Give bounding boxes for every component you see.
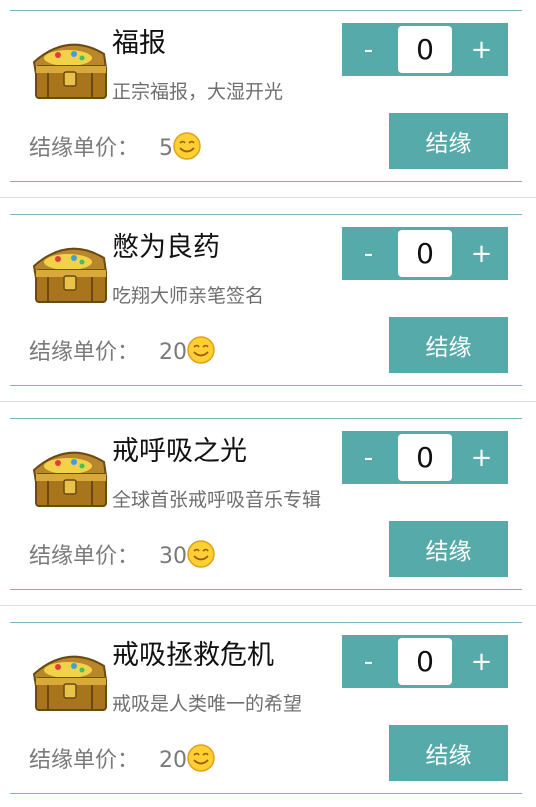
- divider: [0, 197, 536, 198]
- jieyuan-button[interactable]: 结缘: [389, 317, 508, 373]
- smiley-coin-icon: [173, 132, 201, 160]
- increment-button[interactable]: +: [455, 431, 508, 484]
- quantity-stepper: - 0 +: [342, 227, 508, 280]
- price-value: 20: [159, 340, 188, 365]
- increment-button[interactable]: +: [455, 227, 508, 280]
- decrement-button[interactable]: -: [342, 635, 395, 688]
- quantity-field[interactable]: 0: [398, 434, 452, 481]
- treasure-chest-icon: [32, 247, 108, 303]
- quantity-field[interactable]: 0: [398, 26, 452, 73]
- item-price: 结缘单价： 30: [29, 537, 216, 577]
- quantity-field[interactable]: 0: [398, 230, 452, 277]
- item-title: 福报: [112, 28, 166, 59]
- item-price: 结缘单价： 20: [29, 333, 216, 373]
- item-description: 戒吸是人类唯一的希望: [112, 693, 303, 715]
- item-card: 戒吸拯救危机 戒吸是人类唯一的希望 结缘单价： 20 - 0 + 结缘: [10, 622, 522, 794]
- smiley-coin-icon: [187, 336, 215, 364]
- item-card: 福报 正宗福报，大湿开光 结缘单价： 5 - 0 + 结缘: [10, 10, 522, 182]
- divider: [0, 401, 536, 402]
- price-value: 5: [159, 136, 174, 161]
- item-title: 戒吸拯救危机: [112, 640, 274, 671]
- treasure-chest-icon: [32, 655, 108, 711]
- price-label: 结缘单价：: [29, 544, 140, 569]
- item-title: 憋为良药: [112, 232, 220, 263]
- item-description: 全球首张戒呼吸音乐专辑: [112, 489, 322, 511]
- price-label: 结缘单价：: [29, 136, 140, 161]
- item-description: 吃翔大师亲笔签名: [112, 285, 265, 307]
- item-price: 结缘单价： 20: [29, 741, 216, 781]
- item-description: 正宗福报，大湿开光: [112, 81, 284, 103]
- increment-button[interactable]: +: [455, 23, 508, 76]
- treasure-chest-icon: [32, 451, 108, 507]
- smiley-coin-icon: [187, 540, 215, 568]
- price-label: 结缘单价：: [29, 748, 140, 773]
- decrement-button[interactable]: -: [342, 227, 395, 280]
- quantity-field[interactable]: 0: [398, 638, 452, 685]
- quantity-stepper: - 0 +: [342, 23, 508, 76]
- price-value: 20: [159, 748, 188, 773]
- jieyuan-button[interactable]: 结缘: [389, 521, 508, 577]
- item-price: 结缘单价： 5: [29, 129, 202, 169]
- item-card: 憋为良药 吃翔大师亲笔签名 结缘单价： 20 - 0 + 结缘: [10, 214, 522, 386]
- divider: [0, 605, 536, 606]
- increment-button[interactable]: +: [455, 635, 508, 688]
- price-label: 结缘单价：: [29, 340, 140, 365]
- jieyuan-button[interactable]: 结缘: [389, 113, 508, 169]
- item-title: 戒呼吸之光: [112, 436, 247, 467]
- treasure-chest-icon: [32, 43, 108, 99]
- decrement-button[interactable]: -: [342, 23, 395, 76]
- quantity-stepper: - 0 +: [342, 635, 508, 688]
- smiley-coin-icon: [187, 744, 215, 772]
- item-card: 戒呼吸之光 全球首张戒呼吸音乐专辑 结缘单价： 30 - 0 + 结缘: [10, 418, 522, 590]
- decrement-button[interactable]: -: [342, 431, 395, 484]
- quantity-stepper: - 0 +: [342, 431, 508, 484]
- price-value: 30: [159, 544, 188, 569]
- jieyuan-button[interactable]: 结缘: [389, 725, 508, 781]
